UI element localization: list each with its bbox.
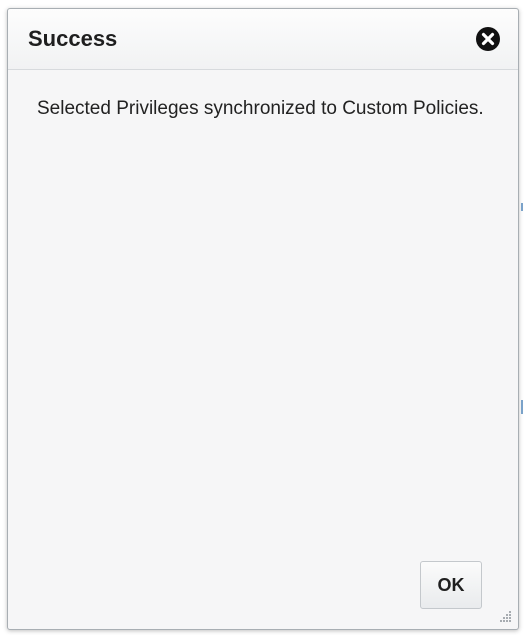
success-dialog: Success Selected Privileges synchronized… [7, 8, 519, 630]
ok-button[interactable]: OK [420, 561, 482, 609]
resize-grip-icon[interactable] [498, 609, 512, 623]
dialog-header: Success [8, 9, 518, 70]
close-icon[interactable] [475, 26, 501, 52]
dialog-message: Selected Privileges synchronized to Cust… [37, 98, 484, 119]
dialog-title: Success [28, 26, 118, 51]
background-accent-mark [521, 400, 523, 414]
background-accent-mark [521, 203, 523, 211]
